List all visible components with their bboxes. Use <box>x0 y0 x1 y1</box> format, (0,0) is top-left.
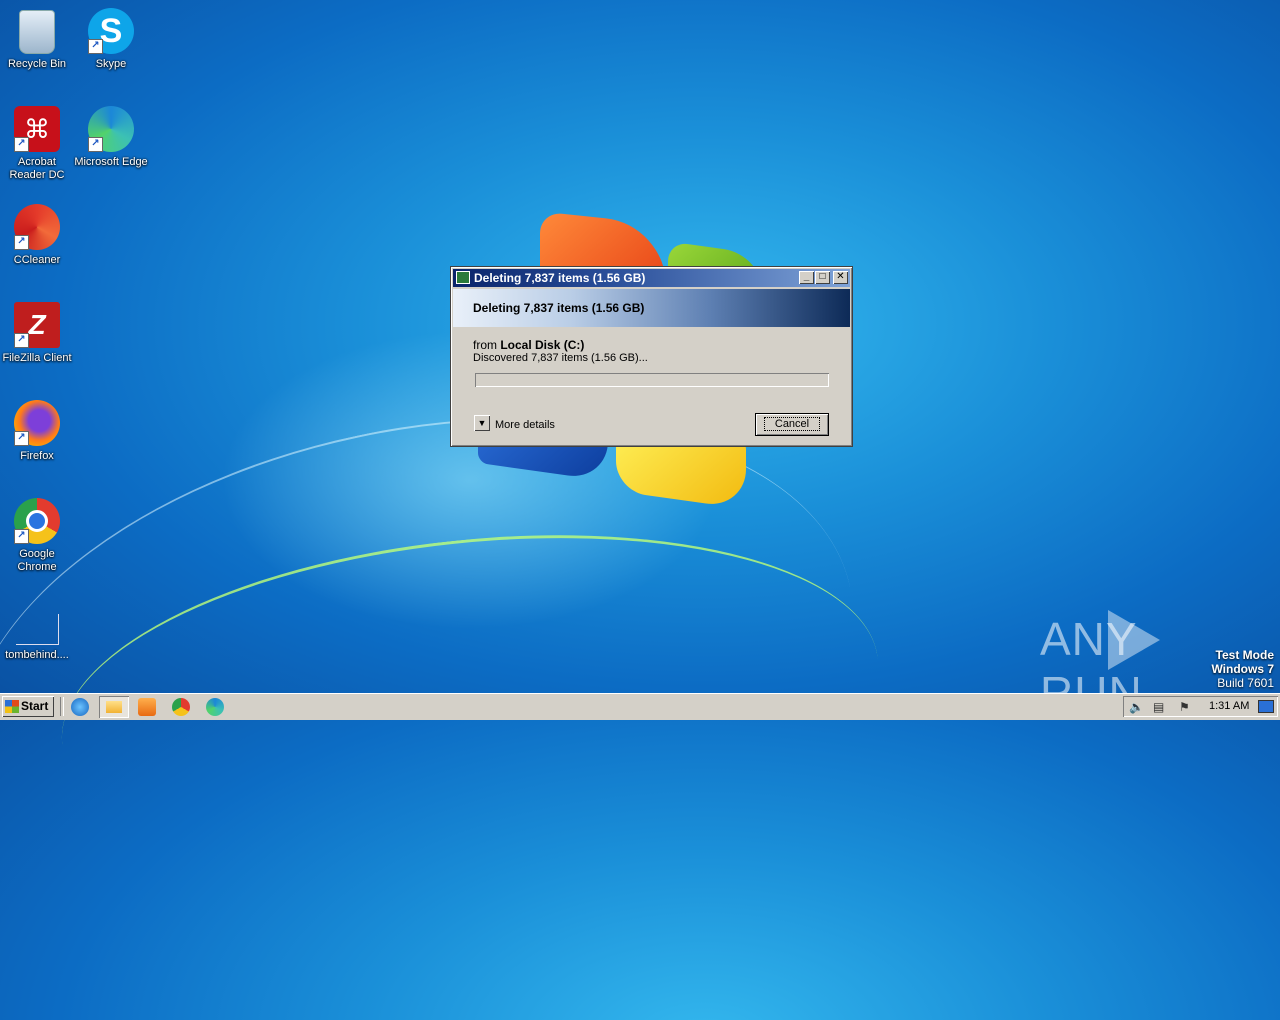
desktop-icon-label: tombehind.... <box>5 649 69 661</box>
desktop-icon-label: Microsoft Edge <box>74 156 148 168</box>
blank-file-icon <box>15 614 59 645</box>
shortcut-arrow-icon: ↗ <box>14 235 29 250</box>
media-player-icon[interactable] <box>138 698 156 716</box>
dialog-banner: Deleting 7,837 items (1.56 GB) <box>453 289 850 327</box>
chrome-taskbar-icon[interactable] <box>172 698 190 716</box>
filezilla-icon: Z ↗ <box>14 302 60 348</box>
status-text: Discovered 7,837 items (1.56 GB)... <box>473 352 648 364</box>
shortcut-arrow-icon: ↗ <box>14 431 29 446</box>
shortcut-arrow-icon: ↗ <box>14 333 29 348</box>
recycle-dialog-icon <box>456 271 470 284</box>
clock[interactable]: 1:31 AM <box>1209 700 1249 712</box>
desktop-icon-skype[interactable]: S ↗ Skype <box>74 8 148 71</box>
flag-icon[interactable]: ⚑ <box>1179 700 1190 714</box>
dialog-title: Deleting 7,837 items (1.56 GB) <box>474 271 646 285</box>
desktop-icon-tombehind[interactable]: tombehind.... <box>0 606 74 662</box>
speaker-icon[interactable]: 🔈 <box>1129 700 1144 714</box>
skype-icon: S ↗ <box>88 8 134 54</box>
test-mode-text: Test Mode <box>1215 648 1274 662</box>
windows-version-text: Windows 7 <box>1211 662 1274 676</box>
dialog-heading: Deleting 7,837 items (1.56 GB) <box>473 301 645 315</box>
desktop-icon-label: FileZilla Client <box>2 352 72 364</box>
source-location: Local Disk (C:) <box>500 338 585 352</box>
chevron-down-icon: ▼ <box>477 418 487 428</box>
network-icon[interactable]: ▤ <box>1153 700 1164 714</box>
desktop-icon-chrome[interactable]: ↗ Google Chrome <box>0 498 74 574</box>
dialog-titlebar[interactable]: Deleting 7,837 items (1.56 GB) _ □ ✕ <box>453 269 850 287</box>
ccleaner-icon: ↗ <box>14 204 60 250</box>
desktop-icon-label: CCleaner <box>13 254 61 266</box>
shortcut-arrow-icon: ↗ <box>14 137 29 152</box>
more-details-toggle[interactable]: ▼ <box>474 415 490 431</box>
system-tray: 🔈 ▤ ⚑ 1:31 AM <box>1123 696 1278 717</box>
desktop-icon-acrobat[interactable]: ⌘ ↗ Acrobat Reader DC <box>0 106 74 182</box>
start-label: Start <box>21 699 49 713</box>
taskbar-separator <box>60 697 64 716</box>
shortcut-arrow-icon: ↗ <box>88 39 103 54</box>
minimize-button[interactable]: _ <box>799 271 814 284</box>
desktop-icon-label: Recycle Bin <box>7 58 67 70</box>
anyrun-play-icon <box>1108 610 1160 670</box>
os-watermark: Test Mode Windows 7 Build 7601 <box>1211 648 1274 690</box>
desktop-icon-recycle-bin[interactable]: Recycle Bin <box>0 8 74 71</box>
desktop-icon-label: Google Chrome <box>17 548 57 573</box>
acrobat-icon: ⌘ ↗ <box>14 106 60 152</box>
desktop-icon-firefox[interactable]: ↗ Firefox <box>0 400 74 463</box>
internet-explorer-icon[interactable] <box>71 698 89 716</box>
more-details-label[interactable]: More details <box>495 419 555 431</box>
desktop-icon-filezilla[interactable]: Z ↗ FileZilla Client <box>0 302 74 365</box>
edge-icon: ↗ <box>88 106 134 152</box>
desktop-icon-edge[interactable]: ↗ Microsoft Edge <box>74 106 148 169</box>
progress-bar <box>475 373 829 387</box>
delete-progress-dialog: Deleting 7,837 items (1.56 GB) _ □ ✕ Del… <box>450 266 853 447</box>
edge-taskbar-icon[interactable] <box>206 698 224 716</box>
desktop-icon-label: Skype <box>95 58 127 70</box>
from-prefix: from <box>473 338 497 352</box>
build-text: Build 7601 <box>1217 676 1274 690</box>
windows-logo-icon <box>5 700 19 713</box>
desktop-icon-label: Acrobat Reader DC <box>9 156 65 181</box>
shortcut-arrow-icon: ↗ <box>14 529 29 544</box>
shortcut-arrow-icon: ↗ <box>88 137 103 152</box>
start-button[interactable]: Start <box>2 696 54 717</box>
cancel-button-label: Cancel <box>763 417 821 431</box>
file-explorer-icon[interactable] <box>99 696 129 718</box>
desktop-icon-label: Firefox <box>20 450 54 462</box>
close-button[interactable]: ✕ <box>833 271 848 284</box>
maximize-button[interactable]: □ <box>815 271 830 284</box>
monitor-icon[interactable] <box>1258 700 1274 713</box>
cancel-button[interactable]: Cancel <box>755 413 829 436</box>
recycle-bin-icon <box>19 10 55 54</box>
chrome-icon: ↗ <box>14 498 60 544</box>
source-line: from Local Disk (C:) <box>473 338 584 352</box>
desktop-icon-ccleaner[interactable]: ↗ CCleaner <box>0 204 74 267</box>
taskbar: Start 🔈 ▤ ⚑ 1:31 AM <box>0 693 1280 720</box>
firefox-icon: ↗ <box>14 400 60 446</box>
